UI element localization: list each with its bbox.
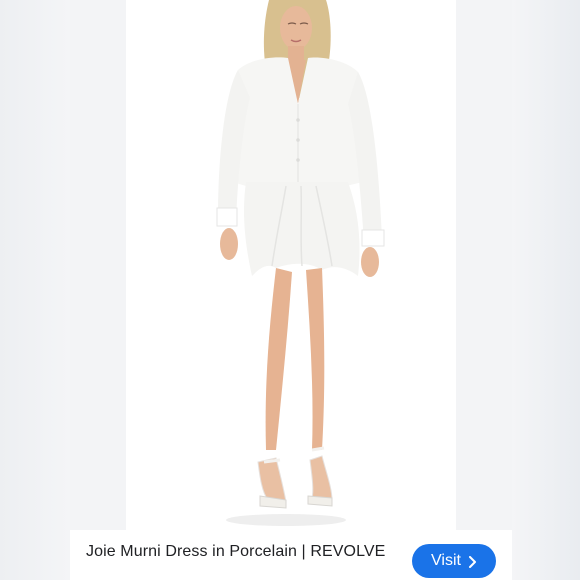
product-card[interactable]: Joie Murni Dress in Porcelain | REVOLVE … xyxy=(70,0,512,580)
right-blur-panel xyxy=(512,0,580,580)
model-illustration xyxy=(216,0,385,526)
photo-gutter-left xyxy=(70,0,126,530)
result-caption-bar: Joie Murni Dress in Porcelain | REVOLVE … xyxy=(70,530,512,580)
visit-button[interactable]: Visit xyxy=(412,544,496,578)
product-title[interactable]: Joie Murni Dress in Porcelain | REVOLVE xyxy=(86,543,385,561)
photo-gutter-right xyxy=(456,0,512,530)
lens-result-frame: Joie Murni Dress in Porcelain | REVOLVE … xyxy=(0,0,580,580)
visit-button-label: Visit xyxy=(431,552,461,569)
left-blur-panel xyxy=(0,0,70,580)
chevron-right-icon xyxy=(467,555,477,568)
product-image[interactable] xyxy=(126,0,456,530)
